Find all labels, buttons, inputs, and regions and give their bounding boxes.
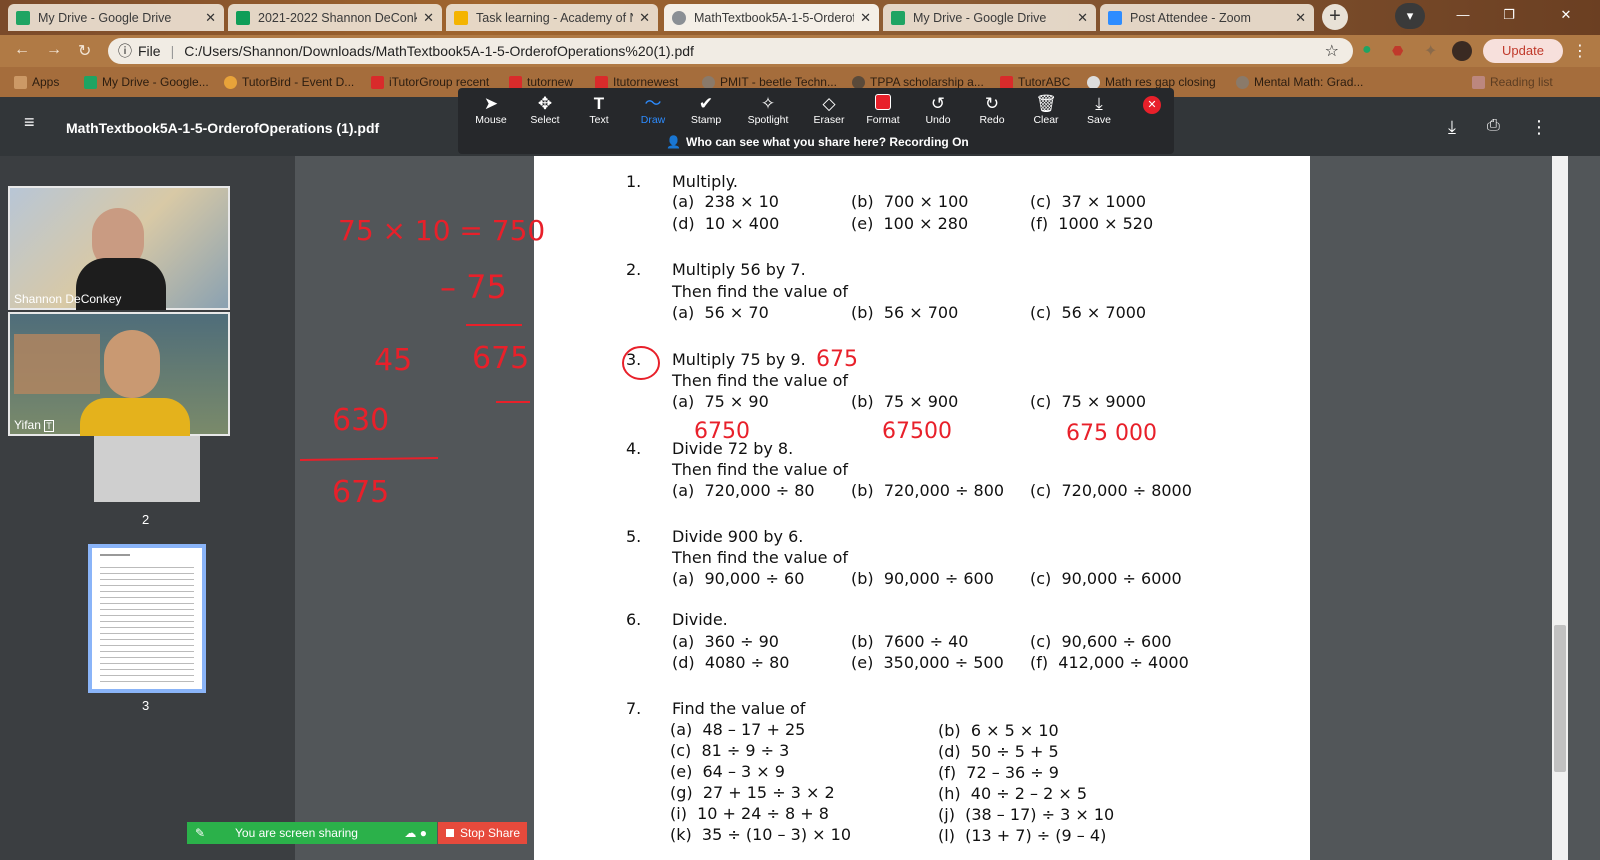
draw-icon: 〜 [644,94,662,113]
tool-undo[interactable]: ↺ Undo [912,94,964,126]
redo-icon: ↻ [984,94,1000,113]
ink-sum-line [299,457,439,461]
checkmark-icon: ✔ [698,94,714,113]
ink-left-line2: – 75 [440,268,507,306]
tool-eraser[interactable]: ◇ Eraser [803,94,855,126]
tool-clear[interactable]: 🗑 Clear [1020,94,1072,126]
tool-text[interactable]: T Text [573,94,625,126]
tool-draw[interactable]: 〜 Draw [627,94,679,126]
recording-notice[interactable]: 👤 Who can see what you share here? Record… [660,131,975,153]
ink-answer-q3c: 675 000 [1066,421,1157,446]
ink-left-675: 675 [472,341,529,376]
spotlight-icon: ✧ [760,94,776,113]
tool-mouse[interactable]: ➤ Mouse [465,94,517,126]
ink-left-630: 630 [332,403,389,438]
tool-format[interactable]: Format [857,94,909,126]
color-swatch-icon [857,94,909,114]
tool-spotlight[interactable]: ✧ Spotlight [742,94,794,126]
ink-answer-q3: 675 [816,347,858,372]
ink-answer-q3a: 6750 [694,419,750,444]
cursor-icon: ➤ [483,94,499,113]
ink-circle-q3 [622,346,660,380]
undo-icon: ↺ [930,94,946,113]
ink-left-line3: 45 [374,343,412,378]
scrollbar-thumb[interactable] [1554,625,1566,772]
stop-icon [446,829,454,837]
tool-select[interactable]: ✥ Select [519,94,571,126]
save-icon: ⤓ [1095,94,1103,113]
move-icon: ✥ [537,94,553,113]
tool-redo[interactable]: ↻ Redo [966,94,1018,126]
stop-share-button[interactable]: Stop Share [438,822,527,844]
security-icons: ☁ ● [404,826,427,840]
trash-icon: 🗑 [1035,94,1057,113]
people-icon: 👤 [666,135,681,149]
ink-answer-q3b: 67500 [882,419,952,444]
screen-share-status[interactable]: ✎ You are screen sharing ☁ ● [187,822,437,844]
tool-save[interactable]: ⤓ Save [1073,94,1125,126]
ink-left-result: 675 [332,475,389,510]
shield-icon: ✎ [195,826,206,840]
eraser-icon: ◇ [822,94,836,113]
text-icon: T [593,94,605,113]
ink-group: 75 × 10 = 750 – 75 45 675 630 675 675 67… [299,214,1157,510]
close-toolbar-icon[interactable]: ✕ [1143,96,1161,114]
tool-stamp[interactable]: ✔ Stamp [680,94,732,126]
ink-left-line1: 75 × 10 = 750 [338,214,545,247]
